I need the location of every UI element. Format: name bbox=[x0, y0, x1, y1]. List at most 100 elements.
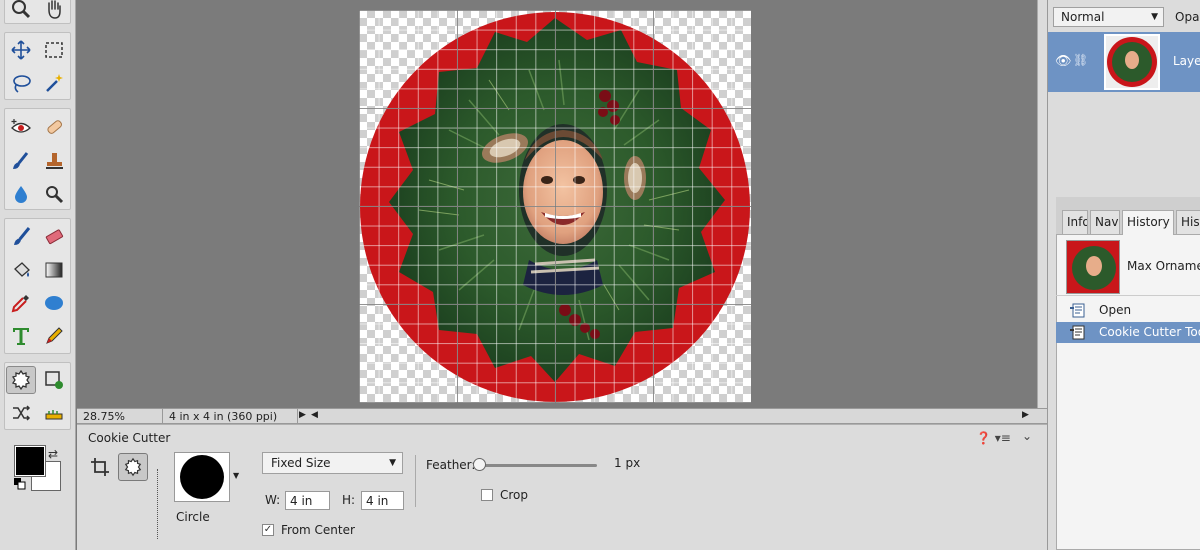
feather-label: Feather: bbox=[426, 458, 476, 472]
brush-icon bbox=[14, 227, 31, 245]
crop-icon bbox=[91, 458, 109, 476]
blend-mode-value: Normal bbox=[1061, 10, 1105, 24]
red-eye-tool[interactable] bbox=[6, 113, 36, 141]
tab-navigator[interactable]: Navi bbox=[1090, 210, 1120, 234]
width-field[interactable]: 4 in bbox=[285, 491, 330, 510]
tab-history[interactable]: History bbox=[1122, 210, 1174, 235]
paint-bucket-icon bbox=[14, 262, 30, 277]
opacity-label: Opac bbox=[1175, 10, 1200, 24]
history-state-icon bbox=[1070, 325, 1085, 340]
shape-label: Circle bbox=[176, 510, 210, 524]
history-state-label: Open bbox=[1099, 303, 1132, 317]
eyedropper-icon bbox=[11, 295, 29, 313]
blur-tool[interactable] bbox=[6, 180, 36, 208]
paint-bucket-tool[interactable] bbox=[6, 256, 36, 284]
history-state-label: Cookie Cutter Tool bbox=[1099, 325, 1200, 339]
cookie-cutter-icon bbox=[124, 457, 142, 477]
hand-icon bbox=[48, 0, 61, 19]
toolbox: ⇄ bbox=[0, 0, 76, 550]
history-snapshot[interactable]: Max Ornamen bbox=[1056, 236, 1200, 296]
straighten-icon bbox=[45, 410, 63, 420]
scroll-left-icon[interactable]: ◀ bbox=[311, 410, 318, 420]
link-icon[interactable]: ⛓ bbox=[1073, 53, 1088, 67]
tab-info[interactable]: Info bbox=[1062, 210, 1088, 234]
spot-healing-icon bbox=[47, 120, 62, 134]
size-mode-select[interactable]: Fixed Size ▼ bbox=[262, 452, 403, 474]
history-state-cookie-cutter[interactable]: Cookie Cutter Tool bbox=[1056, 322, 1200, 343]
marquee-tool[interactable] bbox=[39, 36, 69, 64]
eyedropper-tool[interactable] bbox=[6, 289, 36, 317]
type-icon bbox=[13, 328, 29, 345]
snapshot-thumbnail-image bbox=[1067, 241, 1119, 293]
zoom-tool[interactable] bbox=[6, 0, 36, 23]
tool-group-view bbox=[4, 0, 71, 24]
width-label: W: bbox=[265, 493, 281, 507]
blur-icon bbox=[15, 186, 27, 203]
status-bar: 28.75% 4 in x 4 in (360 ppi) ▶ ◀ ▶ bbox=[77, 408, 1047, 424]
recompose-tool[interactable] bbox=[39, 366, 69, 394]
cookie-cutter-icon bbox=[11, 369, 31, 391]
crop-label: Crop bbox=[500, 488, 529, 502]
blend-mode-select[interactable]: Normal ▼ bbox=[1053, 7, 1164, 27]
lasso-tool[interactable] bbox=[6, 69, 36, 97]
type-tool[interactable] bbox=[6, 322, 36, 350]
crop-checkbox[interactable] bbox=[481, 489, 493, 501]
shape-tool[interactable] bbox=[39, 289, 69, 317]
eraser-tool[interactable] bbox=[39, 223, 69, 251]
swap-colors-icon[interactable]: ⇄ bbox=[48, 447, 58, 461]
height-field[interactable]: 4 in bbox=[361, 491, 404, 510]
zoom-level[interactable]: 28.75% bbox=[83, 410, 125, 423]
from-center-checkbox[interactable]: ✓ bbox=[262, 524, 274, 536]
move-tool[interactable] bbox=[6, 36, 36, 64]
visibility-eye-icon[interactable]: 👁 bbox=[1055, 54, 1072, 69]
tool-group-enhance bbox=[4, 108, 71, 210]
from-center-label: From Center bbox=[281, 523, 355, 537]
cookie-cutter-option-button[interactable] bbox=[118, 453, 148, 481]
clone-stamp-tool[interactable] bbox=[39, 147, 69, 175]
crop-tool-button[interactable] bbox=[85, 453, 115, 481]
brush-tool[interactable] bbox=[6, 223, 36, 251]
layer-row[interactable]: 👁 ⛓ Layer bbox=[1048, 32, 1200, 92]
history-state-open[interactable]: Open bbox=[1056, 300, 1200, 321]
magic-wand-tool[interactable] bbox=[39, 69, 69, 97]
gradient-icon bbox=[45, 262, 63, 278]
feather-value: 1 px bbox=[614, 456, 641, 470]
gradient-tool[interactable] bbox=[39, 256, 69, 284]
hand-tool[interactable] bbox=[39, 0, 69, 23]
right-panel-bin: Normal ▼ Opac 👁 ⛓ Layer Info Navi Histor… bbox=[1047, 0, 1200, 550]
move-icon bbox=[11, 40, 31, 60]
cookie-cutter-tool[interactable] bbox=[6, 366, 36, 394]
tool-group-draw bbox=[4, 218, 71, 354]
snapshot-thumbnail bbox=[1066, 240, 1120, 294]
shape-picker[interactable] bbox=[174, 452, 230, 502]
default-colors-icon[interactable] bbox=[14, 478, 26, 490]
eraser-icon bbox=[45, 229, 64, 245]
shape-dropdown-arrow-icon[interactable]: ▼ bbox=[233, 471, 239, 480]
smart-brush-tool[interactable] bbox=[6, 147, 36, 175]
layer-thumbnail bbox=[1104, 34, 1160, 90]
spot-healing-tool[interactable] bbox=[39, 113, 69, 141]
canvas-area[interactable] bbox=[77, 0, 1037, 408]
pencil-tool[interactable] bbox=[39, 322, 69, 350]
help-icon[interactable]: ❓ ▾≡ bbox=[976, 431, 1011, 445]
document-size-info: 4 in x 4 in (360 ppi) bbox=[162, 409, 298, 423]
snapshot-name: Max Ornamen bbox=[1127, 259, 1200, 273]
lasso-icon bbox=[13, 75, 31, 93]
straighten-tool[interactable] bbox=[39, 399, 69, 427]
document-canvas[interactable] bbox=[359, 10, 751, 403]
tab-histogram[interactable]: Histo bbox=[1176, 210, 1200, 234]
tool-group-modify bbox=[4, 362, 71, 430]
feather-slider-track[interactable] bbox=[479, 464, 597, 467]
status-menu-arrow-icon[interactable]: ▶ bbox=[299, 410, 306, 420]
marquee-icon bbox=[45, 42, 63, 58]
feather-slider-thumb[interactable] bbox=[473, 458, 486, 471]
tool-group-select bbox=[4, 32, 71, 100]
divider bbox=[415, 455, 416, 507]
content-aware-move-tool[interactable] bbox=[6, 399, 36, 427]
scroll-right-icon[interactable]: ▶ bbox=[1022, 410, 1029, 420]
sponge-tool[interactable] bbox=[39, 180, 69, 208]
collapse-options-icon[interactable]: ⌄ bbox=[1022, 429, 1032, 443]
foreground-color-swatch[interactable] bbox=[14, 445, 46, 477]
vertical-scrollbar[interactable] bbox=[1037, 0, 1047, 408]
chevron-down-icon: ▼ bbox=[389, 458, 396, 468]
